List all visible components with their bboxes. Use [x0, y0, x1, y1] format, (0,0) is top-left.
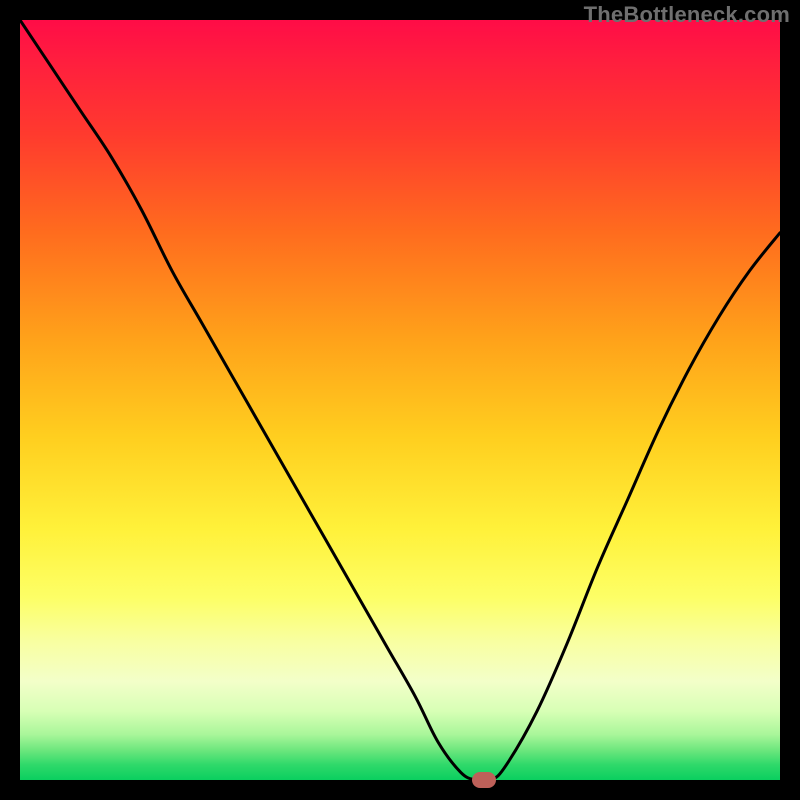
bottleneck-curve	[20, 20, 780, 780]
minimum-marker	[472, 772, 496, 788]
chart-frame: TheBottleneck.com	[0, 0, 800, 800]
curve-svg	[20, 20, 780, 780]
plot-area	[20, 20, 780, 780]
watermark-text: TheBottleneck.com	[584, 2, 790, 28]
